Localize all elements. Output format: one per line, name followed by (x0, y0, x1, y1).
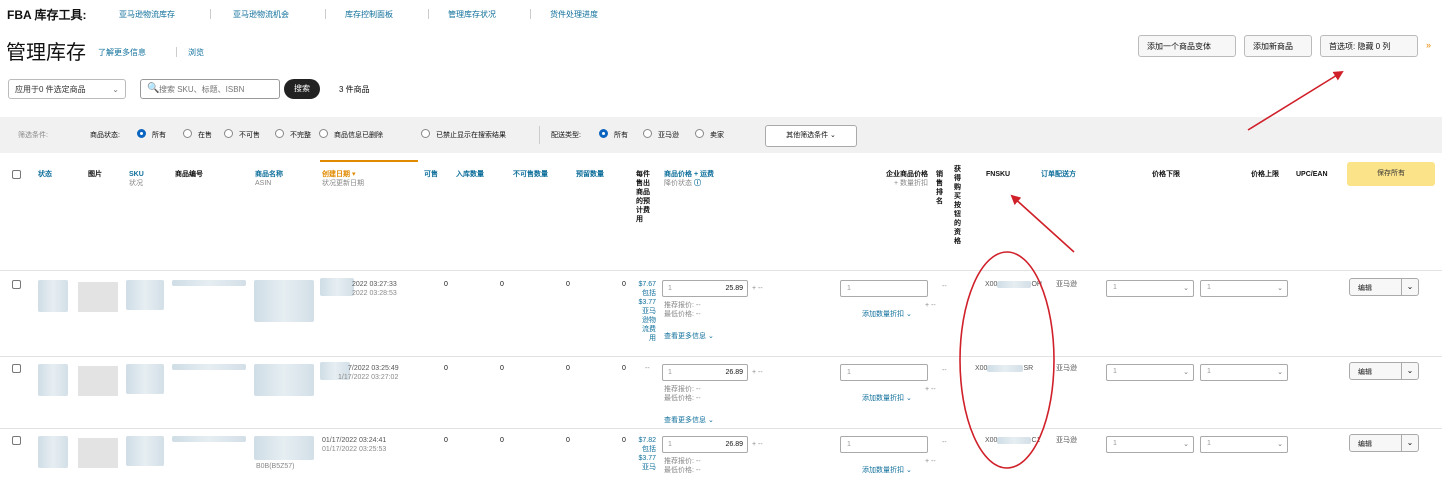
annotation-arrow-fnsku (1010, 194, 1075, 253)
annotation-ellipse-fnsku (959, 251, 1055, 469)
annotation-overlay (959, 70, 1344, 469)
annotation-arrow-preferences (1247, 70, 1344, 131)
